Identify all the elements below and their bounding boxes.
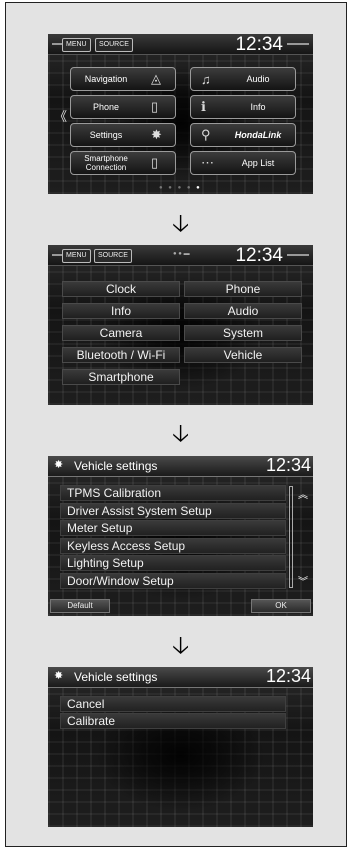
smartphone-icon: ▯ [151, 155, 159, 170]
source-button[interactable]: SOURCE [94, 249, 132, 263]
gear-icon: ✸ [54, 459, 64, 471]
home-button-compass[interactable]: Navigation ◬ [70, 67, 176, 91]
settings-item-audio[interactable]: Audio [184, 303, 302, 319]
home-button-label: HondaLink [234, 130, 282, 140]
info-icon: ℹ [201, 99, 206, 114]
home-button-hondalink[interactable]: ⚲ HondaLink [190, 123, 296, 147]
gear-icon: ✸ [151, 127, 162, 142]
down-arrow-icon: 🡣 [172, 632, 190, 659]
background [48, 667, 313, 827]
top-bar: MENU SOURCE ● ● ▬ 12:34 [48, 245, 313, 266]
scroll-up-icon[interactable]: ︽ [298, 486, 308, 501]
music-note-icon: ♫ [201, 71, 211, 87]
settings-item-info[interactable]: Info [62, 303, 180, 319]
down-arrow-icon: 🡣 [172, 420, 190, 447]
hondalink-icon: ⚲ [201, 127, 211, 142]
home-button-smartphone[interactable]: Smartphone Connection ▯ [70, 151, 176, 175]
divider [287, 43, 309, 45]
phone-icon: ▯ [151, 99, 159, 114]
home-button-label: App List [241, 158, 275, 168]
menu-item[interactable]: Cancel [60, 696, 286, 712]
background [48, 456, 313, 616]
page-indicator: ● ● ▬ [173, 251, 190, 257]
menu-item[interactable]: Keyless Access Setup [60, 537, 286, 554]
home-button-label: Smartphone Connection [84, 154, 128, 172]
divider [287, 254, 309, 256]
app-list-icon: ⋯ [201, 155, 214, 170]
menu-item[interactable]: Door/Window Setup [60, 572, 286, 589]
menu-button[interactable]: MENU [62, 249, 91, 263]
settings-screen: MENU SOURCE ● ● ▬ 12:34 Clock Phone Info Au… [48, 245, 313, 405]
home-button-label: Info [250, 102, 266, 112]
home-button-music-note[interactable]: ♫ Audio [190, 67, 296, 91]
menu-item[interactable]: Driver Assist System Setup [60, 502, 286, 519]
home-button-phone[interactable]: Phone ▯ [70, 95, 176, 119]
screen-title: Vehicle settings [74, 459, 158, 473]
home-screen: MENU SOURCE 12:34 《 Navigation ◬ Phone ▯ Set… [48, 34, 313, 194]
settings-item-smartphone[interactable]: Smartphone [62, 369, 180, 385]
menu-item[interactable]: Calibrate [60, 713, 286, 729]
menu-button[interactable]: MENU [62, 38, 91, 52]
settings-item-bluetooth-wi-fi[interactable]: Bluetooth / Wi-Fi [62, 347, 180, 363]
home-button-app-list[interactable]: ⋯ App List [190, 151, 296, 175]
home-button-label: Phone [92, 101, 120, 112]
settings-item-system[interactable]: System [184, 325, 302, 341]
compass-icon: ◬ [151, 71, 161, 86]
top-bar: MENU SOURCE 12:34 [48, 34, 313, 55]
down-arrow-icon: 🡣 [172, 210, 190, 237]
back-arrow[interactable]: 《 [54, 106, 67, 125]
divider [52, 254, 62, 256]
home-button-label: Audio [246, 74, 270, 84]
home-button-label: Settings [89, 129, 123, 140]
settings-item-phone[interactable]: Phone [184, 281, 302, 297]
source-button[interactable]: SOURCE [95, 38, 133, 52]
screen-title: Vehicle settings [74, 670, 158, 684]
home-button-gear[interactable]: Settings ✸ [70, 123, 176, 147]
clock: 12:34 [235, 245, 283, 266]
menu-item[interactable]: TPMS Calibration [60, 485, 286, 501]
divider [52, 43, 62, 45]
home-button-label: Navigation [84, 73, 128, 84]
menu-item[interactable]: Lighting Setup [60, 555, 286, 571]
page-indicator: ● ● ● ● ● [159, 185, 202, 191]
vehicle-settings-screen: ✸ Vehicle settings 12:34 TPMS Calibratio… [48, 456, 313, 616]
gear-icon: ✸ [54, 670, 64, 682]
clock: 12:34 [265, 667, 311, 686]
clock: 12:34 [265, 456, 311, 475]
title-bar: ✸ Vehicle settings 12:34 [48, 667, 313, 688]
menu-item[interactable]: Meter Setup [60, 520, 286, 536]
title-bar: ✸ Vehicle settings 12:34 [48, 456, 313, 477]
clock: 12:34 [235, 34, 283, 55]
settings-item-clock[interactable]: Clock [62, 281, 180, 297]
scrollbar[interactable] [289, 486, 293, 588]
ok-button[interactable]: OK [251, 599, 311, 613]
home-button-info[interactable]: ℹ Info [190, 95, 296, 119]
scroll-down-icon[interactable]: ︾ [298, 573, 308, 588]
default-button[interactable]: Default [50, 599, 110, 613]
settings-item-camera[interactable]: Camera [62, 325, 180, 341]
settings-item-vehicle[interactable]: Vehicle [184, 347, 302, 363]
tpms-calibration-screen: ✸ Vehicle settings 12:34 Cancel Calibrate [48, 667, 313, 827]
